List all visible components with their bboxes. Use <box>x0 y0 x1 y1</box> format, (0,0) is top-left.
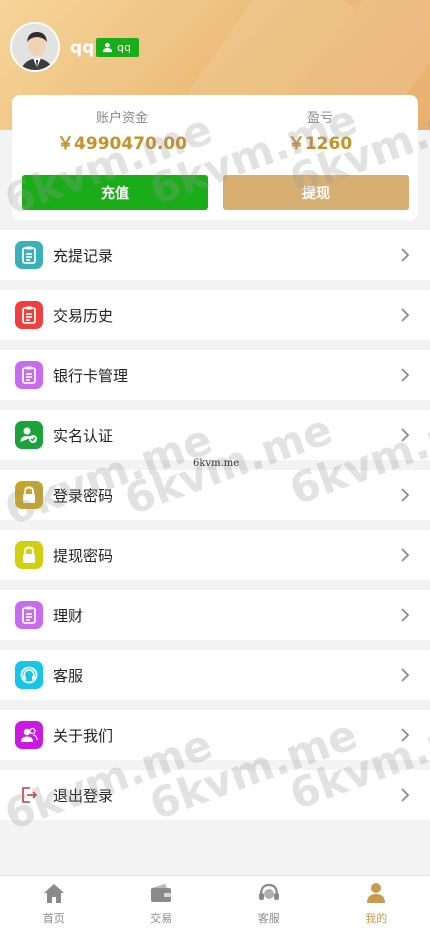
person-icon <box>364 882 388 908</box>
chevron-right-icon <box>396 786 414 804</box>
menu-item-label: 关于我们 <box>53 727 114 745</box>
tab-label: 我的 <box>365 912 388 925</box>
menu-item[interactable]: 登录密码 <box>0 470 430 520</box>
document-icon <box>15 601 43 629</box>
menu-item[interactable]: 提现密码 <box>0 530 430 580</box>
chevron-right-icon <box>396 486 414 504</box>
chevron-right-icon <box>396 306 414 324</box>
menu-item-label: 交易历史 <box>53 307 114 325</box>
lock-icon <box>15 481 43 509</box>
tab-home[interactable]: 首页 <box>0 876 108 932</box>
watermark-small: 6kvm.me <box>193 458 240 469</box>
menu-item[interactable]: 充提记录 <box>0 230 430 280</box>
logout-icon <box>15 781 43 809</box>
document-icon <box>15 241 43 269</box>
menu-list: 充提记录交易历史银行卡管理实名认证登录密码提现密码理财客服关于我们退出登录 <box>0 230 430 830</box>
recharge-button[interactable]: 充值 <box>22 175 208 210</box>
chevron-right-icon <box>396 666 414 684</box>
document-icon <box>15 361 43 389</box>
users-icon <box>15 721 43 749</box>
chevron-right-icon <box>396 366 414 384</box>
menu-item[interactable]: 交易历史 <box>0 290 430 340</box>
menu-item[interactable]: 客服 <box>0 650 430 700</box>
profit-value: ￥1260 <box>287 134 353 154</box>
menu-item-label: 退出登录 <box>53 787 114 805</box>
tab-mine[interactable]: 我的 <box>323 876 430 932</box>
menu-item[interactable]: 理财 <box>0 590 430 640</box>
profit-label: 盈亏 <box>306 111 333 126</box>
username: qq <box>70 38 95 58</box>
headset-icon <box>15 661 43 689</box>
headset-icon <box>257 882 281 908</box>
chevron-right-icon <box>396 546 414 564</box>
balance-stat: 账户资金 ￥4990470.00 <box>22 107 222 154</box>
profit-stat: 盈亏 ￥1260 <box>220 107 420 154</box>
chevron-right-icon <box>396 606 414 624</box>
tab-trade[interactable]: 交易 <box>108 876 216 932</box>
user-icon <box>102 42 113 53</box>
menu-item[interactable]: 实名认证 <box>0 410 430 460</box>
menu-item[interactable]: 关于我们 <box>0 710 430 760</box>
user-check-icon <box>15 421 43 449</box>
tab-bar: 首页 交易 客服 我的 <box>0 875 430 932</box>
account-card: 账户资金 ￥4990470.00 盈亏 ￥1260 充值 提现 <box>12 95 418 220</box>
tab-label: 交易 <box>150 912 173 925</box>
menu-item-label: 充提记录 <box>53 247 114 265</box>
balance-label: 账户资金 <box>95 111 148 126</box>
menu-item-label: 提现密码 <box>53 547 114 565</box>
chevron-right-icon <box>396 726 414 744</box>
menu-item-label: 银行卡管理 <box>53 367 129 385</box>
menu-item-label: 登录密码 <box>53 487 114 505</box>
tab-label: 首页 <box>42 912 65 925</box>
document-icon <box>15 301 43 329</box>
balance-value: ￥4990470.00 <box>57 134 187 154</box>
user-badge: qq <box>96 38 139 57</box>
lock-icon <box>15 541 43 569</box>
withdraw-button[interactable]: 提现 <box>223 175 409 210</box>
home-icon <box>42 882 66 908</box>
menu-item[interactable]: 银行卡管理 <box>0 350 430 400</box>
menu-item-label: 实名认证 <box>53 427 114 445</box>
menu-item[interactable]: 退出登录 <box>0 770 430 820</box>
chevron-right-icon <box>396 426 414 444</box>
badge-label: qq <box>117 41 131 54</box>
chevron-right-icon <box>396 246 414 264</box>
menu-item-label: 理财 <box>53 607 84 625</box>
tab-label: 客服 <box>257 912 280 925</box>
avatar[interactable] <box>10 22 60 72</box>
tab-service[interactable]: 客服 <box>215 876 323 932</box>
wallet-icon <box>149 882 173 908</box>
menu-item-label: 客服 <box>53 667 84 685</box>
